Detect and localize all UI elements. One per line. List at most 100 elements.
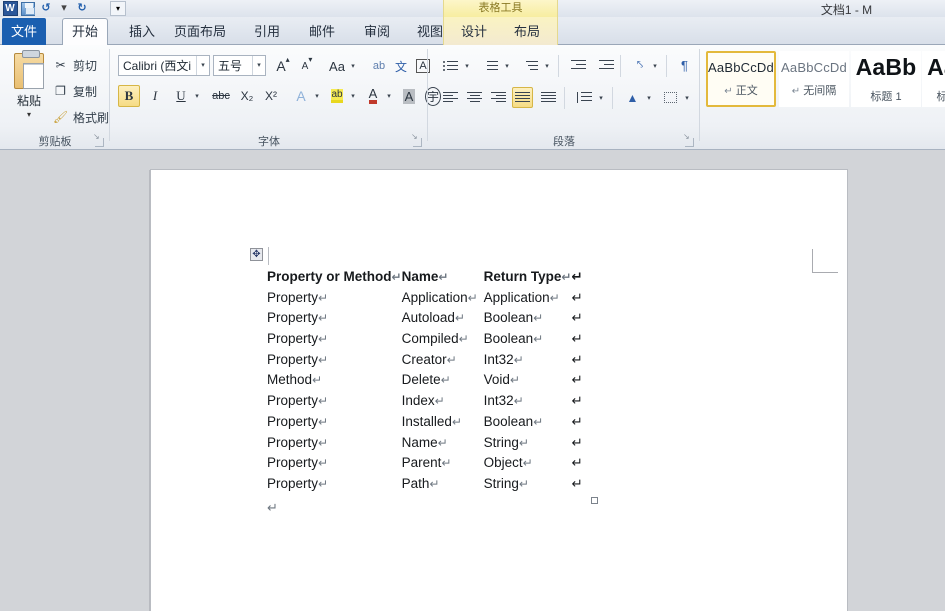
tab-review[interactable]: 审阅	[355, 19, 399, 45]
table-cell[interactable]: Int32↵	[484, 352, 572, 373]
underline-dropdown-icon[interactable]: ▾	[192, 85, 202, 107]
document-page[interactable]: ✥ Property or Method↵ Name↵ Return Type↵…	[151, 170, 847, 611]
shading-icon[interactable]: ▲	[622, 87, 643, 108]
table-move-handle[interactable]: ✥	[250, 248, 263, 261]
table-cell[interactable]: Autoload↵	[402, 310, 484, 331]
sort-dropdown-icon[interactable]: ▾	[650, 55, 660, 77]
format-painter-button[interactable]: 🖌 格式刷	[52, 106, 109, 128]
font-dialog-launcher[interactable]	[411, 132, 422, 147]
table-cell[interactable]: Void↵	[484, 372, 572, 393]
decrease-indent-icon[interactable]	[568, 55, 589, 76]
underline-button[interactable]: U	[170, 85, 192, 107]
table-cell[interactable]: Method↵	[267, 372, 402, 393]
style-heading-1[interactable]: AaBb 标题 1	[851, 51, 921, 107]
table-cell[interactable]: Boolean↵	[484, 331, 572, 352]
paragraph-dialog-launcher[interactable]	[683, 132, 694, 147]
align-center-icon[interactable]	[464, 87, 485, 108]
numbering-icon[interactable]	[480, 55, 501, 76]
tab-references[interactable]: 引用	[245, 19, 289, 45]
change-case-dropdown-icon[interactable]: ▾	[348, 55, 358, 77]
table-cell[interactable]: Installed↵	[402, 414, 484, 435]
distributed-icon[interactable]	[538, 87, 559, 108]
bold-button[interactable]: B	[118, 85, 140, 107]
table-cell[interactable]: Property↵	[267, 476, 402, 497]
highlight-dropdown-icon[interactable]: ▾	[348, 85, 358, 107]
borders-icon[interactable]	[660, 87, 681, 108]
table-cell[interactable]: Creator↵	[402, 352, 484, 373]
line-spacing-icon[interactable]	[574, 87, 595, 108]
subscript-button[interactable]: X₂	[236, 85, 258, 107]
paste-button[interactable]: 粘贴 ▾	[7, 50, 51, 137]
multilevel-dropdown-icon[interactable]: ▾	[542, 55, 552, 77]
highlight-button[interactable]: ab	[326, 85, 348, 107]
copy-button[interactable]: ❐ 复制	[52, 80, 97, 102]
justify-icon[interactable]	[512, 87, 533, 108]
font-color-button[interactable]: A	[362, 85, 384, 107]
table-cell[interactable]: Object↵	[484, 455, 572, 476]
paste-dropdown-icon[interactable]: ▾	[27, 110, 31, 119]
bullets-dropdown-icon[interactable]: ▾	[462, 55, 472, 77]
style-no-spacing[interactable]: AaBbCcDd ↵ 无间隔	[779, 51, 849, 107]
tab-page-layout[interactable]: 页面布局	[165, 19, 235, 45]
tab-table-design[interactable]: 设计	[452, 19, 496, 45]
table-cell[interactable]: Path↵	[402, 476, 484, 497]
table-cell[interactable]: Parent↵	[402, 455, 484, 476]
line-spacing-dropdown-icon[interactable]: ▾	[596, 87, 606, 109]
table-cell[interactable]: Property↵	[267, 290, 402, 311]
table-cell[interactable]: Boolean↵	[484, 414, 572, 435]
change-case-button[interactable]: Aa	[324, 55, 350, 77]
cut-button[interactable]: ✂ 剪切	[52, 54, 97, 76]
table-cell[interactable]: Property↵	[267, 455, 402, 476]
tab-mailings[interactable]: 邮件	[300, 19, 344, 45]
tab-table-layout[interactable]: 布局	[505, 19, 549, 45]
table-cell[interactable]: Compiled↵	[402, 331, 484, 352]
phonetic-guide-icon[interactable]: ab	[368, 55, 390, 77]
strikethrough-button[interactable]: abc	[208, 85, 234, 107]
style-heading-2[interactable]: Aa 标	[922, 51, 945, 107]
table-cell[interactable]: Name↵	[402, 435, 484, 456]
table-cell[interactable]: String↵	[484, 435, 572, 456]
table-cell[interactable]: Property↵	[267, 310, 402, 331]
tab-insert[interactable]: 插入	[120, 19, 164, 45]
table-cell[interactable]: Int32↵	[484, 393, 572, 414]
table-cell[interactable]: Property↵	[267, 435, 402, 456]
character-shading-button[interactable]: A	[398, 85, 420, 107]
font-color-dropdown-icon[interactable]: ▾	[384, 85, 394, 107]
table-cell[interactable]: Property↵	[267, 414, 402, 435]
font-name-combo[interactable]: Calibri (西文i ▾	[118, 55, 210, 76]
table-cell[interactable]: Application↵	[484, 290, 572, 311]
align-right-icon[interactable]	[488, 87, 509, 108]
chevron-down-icon[interactable]: ▾	[196, 56, 209, 75]
shading-dropdown-icon[interactable]: ▾	[644, 87, 654, 109]
chevron-down-icon[interactable]: ▾	[252, 56, 265, 75]
document-table[interactable]: Property or Method↵ Name↵ Return Type↵ ↵…	[267, 269, 601, 497]
font-size-combo[interactable]: 五号 ▾	[213, 55, 266, 76]
bullets-icon[interactable]	[440, 55, 461, 76]
clipboard-dialog-launcher[interactable]	[93, 132, 104, 147]
numbering-dropdown-icon[interactable]: ▾	[502, 55, 512, 77]
table-cell[interactable]: Delete↵	[402, 372, 484, 393]
table-cell[interactable]: String↵	[484, 476, 572, 497]
multilevel-list-icon[interactable]	[520, 55, 541, 76]
sort-icon[interactable]: ⤣	[628, 55, 652, 76]
tab-home[interactable]: 开始	[62, 18, 109, 46]
borders-dropdown-icon[interactable]: ▾	[682, 87, 692, 109]
table-cell[interactable]: Property↵	[267, 393, 402, 414]
table-cell[interactable]: Index↵	[402, 393, 484, 414]
tab-file[interactable]: 文件	[2, 18, 47, 45]
italic-button[interactable]: I	[144, 85, 166, 107]
superscript-button[interactable]: X²	[260, 85, 282, 107]
shrink-font-button[interactable]: A ▾	[296, 55, 318, 77]
text-effects-button[interactable]: A	[290, 85, 312, 107]
align-left-icon[interactable]	[440, 87, 461, 108]
table-cell[interactable]: Application↵	[402, 290, 484, 311]
style-normal[interactable]: AaBbCcDd ↵ 正文	[706, 51, 776, 107]
increase-indent-icon[interactable]	[596, 55, 617, 76]
table-cell[interactable]: Property↵	[267, 331, 402, 352]
tab-view[interactable]: 视图	[408, 19, 452, 45]
character-border-icon[interactable]: 文	[390, 55, 412, 77]
table-cell[interactable]: Property↵	[267, 352, 402, 373]
show-formatting-marks-icon[interactable]: ¶	[674, 55, 695, 76]
text-effects-dropdown-icon[interactable]: ▾	[312, 85, 322, 107]
table-cell[interactable]: Boolean↵	[484, 310, 572, 331]
